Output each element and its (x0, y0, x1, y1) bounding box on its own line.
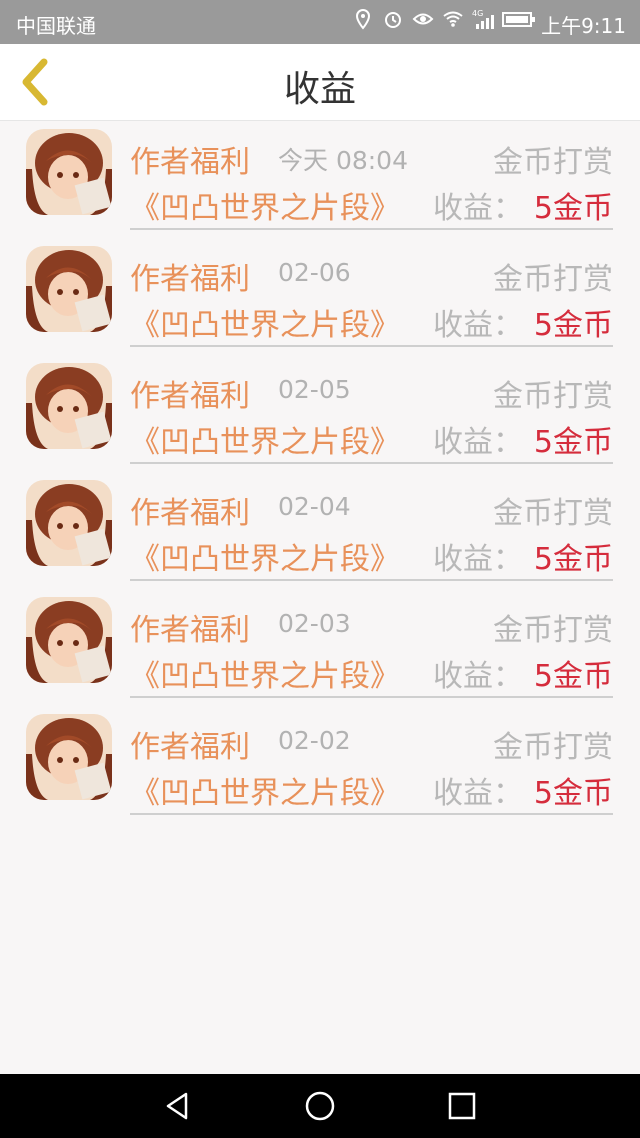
earnings-label: 收益： (433, 308, 523, 343)
battery-icon (502, 12, 535, 27)
status-bar: 中国联通 4G 上午9:11 (0, 0, 640, 44)
record-type: 金币打赏 (493, 145, 613, 180)
signal-4g-icon: 4G (472, 9, 494, 29)
book-title: 《凹凸世界之片段》 (130, 191, 400, 226)
list-item[interactable]: 作者福利 今天 08:04 金币打赏 《凹凸世界之片段》 收益： 5金币 (0, 121, 640, 238)
location-icon (355, 8, 371, 30)
app-header: 收益 (0, 44, 640, 121)
earnings-amount: 5金币 (533, 776, 613, 811)
eye-icon (412, 13, 434, 25)
record-info: 作者福利 02-06 金币打赏 《凹凸世界之片段》 收益： 5金币 (130, 238, 613, 347)
earnings-label: 收益： (433, 191, 523, 226)
alarm-icon (385, 12, 401, 28)
back-triangle-icon[interactable] (162, 1090, 194, 1122)
earnings-amount: 5金币 (533, 659, 613, 694)
svg-text:4G: 4G (472, 9, 483, 18)
list-item[interactable]: 作者福利 02-06 金币打赏 《凹凸世界之片段》 收益： 5金币 (0, 238, 640, 355)
record-info: 作者福利 02-04 金币打赏 《凹凸世界之片段》 收益： 5金币 (130, 472, 613, 581)
record-info: 作者福利 02-05 金币打赏 《凹凸世界之片段》 收益： 5金币 (130, 355, 613, 464)
record-date: 02-03 (278, 609, 351, 638)
record-date: 02-04 (278, 492, 351, 521)
list-item[interactable]: 作者福利 02-04 金币打赏 《凹凸世界之片段》 收益： 5金币 (0, 472, 640, 589)
earnings-amount: 5金币 (533, 542, 613, 577)
record-label: 作者福利 (130, 496, 250, 531)
book-title: 《凹凸世界之片段》 (130, 776, 400, 811)
record-date: 02-05 (278, 375, 351, 404)
record-type: 金币打赏 (493, 496, 613, 531)
record-type: 金币打赏 (493, 730, 613, 765)
earnings-label: 收益： (433, 659, 523, 694)
author-avatar (26, 363, 112, 449)
record-type: 金币打赏 (493, 613, 613, 648)
record-label: 作者福利 (130, 379, 250, 414)
record-type: 金币打赏 (493, 262, 613, 297)
page-title: 收益 (283, 69, 356, 110)
earnings-label: 收益： (433, 542, 523, 577)
author-avatar (26, 714, 112, 800)
earnings-list: 作者福利 今天 08:04 金币打赏 《凹凸世界之片段》 收益： 5金币 作者福… (0, 121, 640, 823)
record-date: 02-02 (278, 726, 351, 755)
system-nav-bar (0, 1074, 640, 1138)
list-item[interactable]: 作者福利 02-05 金币打赏 《凹凸世界之片段》 收益： 5金币 (0, 355, 640, 472)
record-info: 作者福利 02-03 金币打赏 《凹凸世界之片段》 收益： 5金币 (130, 589, 613, 698)
record-info: 作者福利 今天 08:04 金币打赏 《凹凸世界之片段》 收益： 5金币 (130, 121, 613, 230)
earnings-amount: 5金币 (533, 308, 613, 343)
record-date: 今天 08:04 (278, 146, 408, 175)
earnings-amount: 5金币 (533, 425, 613, 460)
book-title: 《凹凸世界之片段》 (130, 542, 400, 577)
earnings-label: 收益： (433, 425, 523, 460)
record-label: 作者福利 (130, 613, 250, 648)
book-title: 《凹凸世界之片段》 (130, 425, 400, 460)
list-item[interactable]: 作者福利 02-03 金币打赏 《凹凸世界之片段》 收益： 5金币 (0, 589, 640, 706)
recents-square-icon[interactable] (446, 1090, 478, 1122)
record-label: 作者福利 (130, 145, 250, 180)
earnings-label: 收益： (433, 776, 523, 811)
record-label: 作者福利 (130, 730, 250, 765)
author-avatar (26, 480, 112, 566)
author-avatar (26, 246, 112, 332)
record-label: 作者福利 (130, 262, 250, 297)
carrier-name: 中国联通 (16, 14, 96, 38)
record-info: 作者福利 02-02 金币打赏 《凹凸世界之片段》 收益： 5金币 (130, 706, 613, 815)
earnings-amount: 5金币 (533, 191, 613, 226)
book-title: 《凹凸世界之片段》 (130, 308, 400, 343)
author-avatar (26, 597, 112, 683)
author-avatar (26, 129, 112, 215)
clock: 上午9:11 (541, 14, 626, 38)
book-title: 《凹凸世界之片段》 (130, 659, 400, 694)
record-date: 02-06 (278, 258, 351, 287)
list-item[interactable]: 作者福利 02-02 金币打赏 《凹凸世界之片段》 收益： 5金币 (0, 706, 640, 823)
record-type: 金币打赏 (493, 379, 613, 414)
status-icons: 4G (352, 8, 536, 30)
home-circle-icon[interactable] (304, 1090, 336, 1122)
wifi-icon (443, 11, 463, 27)
